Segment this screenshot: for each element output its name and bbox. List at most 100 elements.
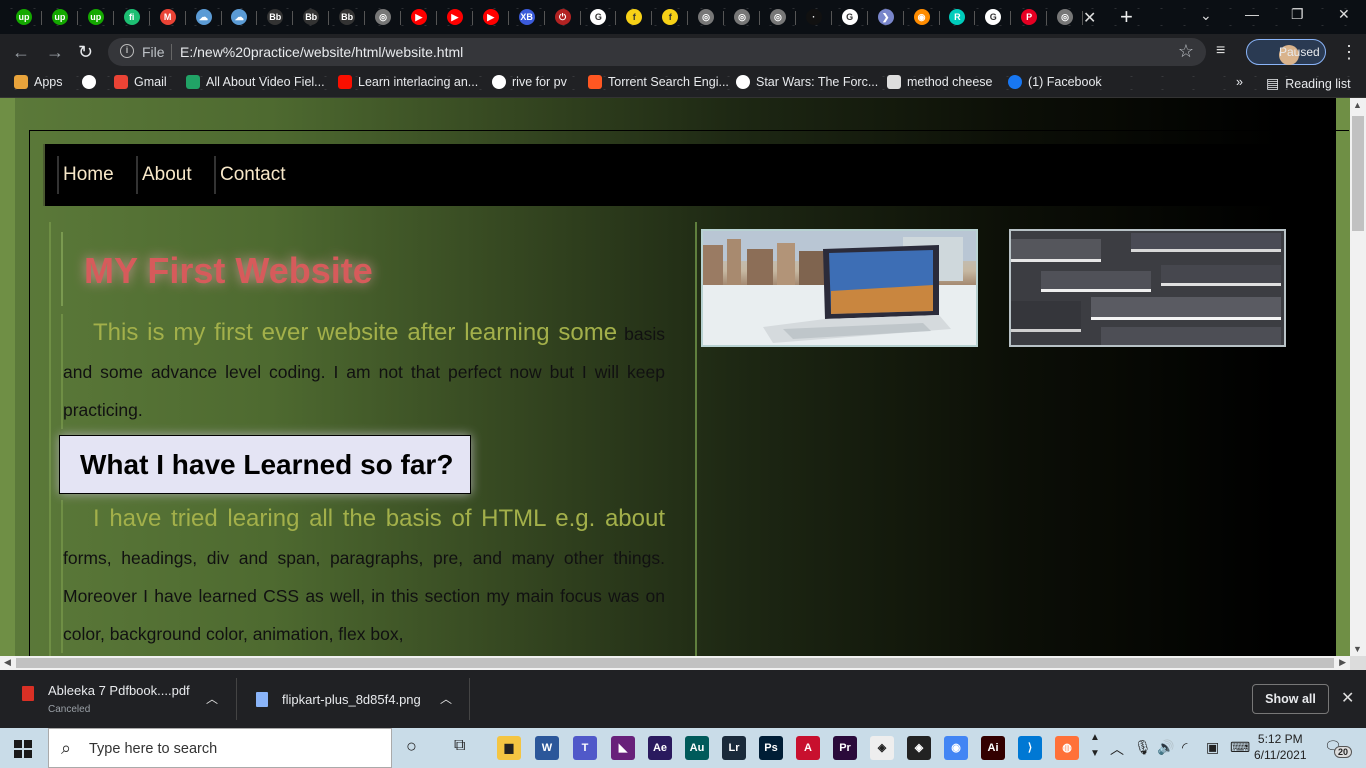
bookmark-star-icon[interactable]: ☆: [1178, 41, 1194, 62]
bookmark-item[interactable]: Star Wars: The Forc...: [736, 75, 878, 89]
language-icon[interactable]: ⌨: [1230, 739, 1250, 756]
download-item[interactable]: flipkart-plus_8d85f4.png ︿: [256, 682, 456, 720]
wifi-icon[interactable]: ◜: [1182, 739, 1187, 756]
reading-list-button[interactable]: ▤ Reading list: [1266, 75, 1351, 92]
clock[interactable]: 5:12 PM 6/11/2021: [1254, 731, 1307, 763]
windows-start-icon[interactable]: [14, 740, 32, 758]
acrobat-icon[interactable]: A: [796, 736, 820, 760]
browser-tab[interactable]: G: [580, 5, 617, 29]
browser-tab[interactable]: ◎: [760, 5, 796, 29]
taskbar-scroll-icon[interactable]: ▲ ▼: [1090, 730, 1100, 762]
unity-icon[interactable]: ◈: [870, 736, 894, 760]
browser-tab[interactable]: ◎: [724, 5, 760, 29]
lightroom-icon[interactable]: Lr: [722, 736, 746, 760]
reload-button[interactable]: ↻: [78, 42, 93, 63]
audition-icon[interactable]: Au: [685, 736, 709, 760]
browser-tab[interactable]: ▶: [401, 5, 437, 29]
info-icon[interactable]: i: [120, 44, 134, 58]
browser-tab[interactable]: XB: [509, 5, 545, 29]
browser-tab[interactable]: ◎: [688, 5, 725, 29]
cortana-icon[interactable]: ○: [406, 736, 417, 757]
browser-tab[interactable]: up: [6, 5, 42, 29]
media-queue-icon[interactable]: ≡: [1216, 42, 1225, 60]
browser-tab[interactable]: Bb: [293, 5, 330, 29]
unity-icon[interactable]: ◈: [907, 736, 931, 760]
close-tab-icon[interactable]: ✕: [1083, 8, 1096, 28]
nav-home-link[interactable]: Home: [57, 156, 114, 194]
browser-tab[interactable]: fi: [114, 5, 150, 29]
vertical-scrollbar[interactable]: ▲ ▼: [1350, 98, 1366, 656]
bookmarks-overflow-button[interactable]: »: [1236, 75, 1243, 89]
scroll-left-arrow-icon[interactable]: ◀: [4, 657, 11, 668]
after-effects-icon[interactable]: Ae: [648, 736, 672, 760]
bookmark-item[interactable]: Learn interlacing an...: [338, 75, 478, 89]
forward-button[interactable]: →: [46, 42, 64, 63]
chrome-icon[interactable]: ◉: [944, 736, 968, 760]
scroll-down-arrow-icon[interactable]: ▼: [1353, 644, 1362, 654]
url-text[interactable]: E:/new%20practice/website/html/website.h…: [180, 44, 463, 60]
microphone-icon[interactable]: 🎙: [1134, 739, 1152, 756]
browser-tab[interactable]: ◉: [904, 5, 940, 29]
browser-tab[interactable]: ·: [796, 5, 832, 29]
teams-icon[interactable]: T: [573, 736, 597, 760]
browser-tab[interactable]: ▶: [473, 5, 509, 29]
vscode-icon[interactable]: ⟩: [1018, 736, 1042, 760]
browser-tab[interactable]: P: [1011, 5, 1048, 29]
browser-tab[interactable]: ▶: [437, 5, 473, 29]
bookmark-item[interactable]: method cheese: [887, 75, 992, 89]
show-hidden-icons-icon[interactable]: ︿: [1110, 739, 1124, 759]
volume-icon[interactable]: 🔊: [1157, 739, 1174, 756]
chevron-up-icon[interactable]: ︿: [440, 690, 452, 707]
browser-tab[interactable]: R: [939, 5, 976, 29]
taskbar-search[interactable]: ⌕ Type here to search: [48, 728, 392, 768]
browser-tab[interactable]: ☁: [186, 5, 222, 29]
illustrator-icon[interactable]: Ai: [981, 736, 1005, 760]
browser-tab[interactable]: up: [42, 5, 78, 29]
new-tab-button[interactable]: +: [1120, 4, 1133, 30]
premiere-icon[interactable]: Pr: [833, 736, 857, 760]
browser-tab[interactable]: Bb: [329, 5, 366, 29]
window-close-button[interactable]: ✕: [1338, 6, 1350, 23]
show-all-button[interactable]: Show all: [1252, 684, 1329, 714]
download-item[interactable]: Ableeka 7 Pdfbook....pdf Canceled ︿: [22, 682, 222, 720]
horizontal-scroll-thumb[interactable]: [16, 658, 1334, 668]
address-bar[interactable]: i File E:/new%20practice/website/html/we…: [108, 38, 1206, 66]
browser-tab[interactable]: M: [150, 5, 186, 29]
browser-tab[interactable]: ◎: [1047, 5, 1084, 29]
browser-tab[interactable]: G: [832, 5, 868, 29]
scroll-up-arrow-icon[interactable]: ▲: [1353, 100, 1362, 110]
nav-about-link[interactable]: About: [136, 156, 192, 194]
task-view-icon[interactable]: ⧉: [454, 737, 465, 755]
profile-button[interactable]: Paused: [1246, 39, 1326, 65]
photoshop-icon[interactable]: Ps: [759, 736, 783, 760]
nav-contact-link[interactable]: Contact: [214, 156, 285, 194]
visual-studio-icon[interactable]: ◣: [611, 736, 635, 760]
bookmark-item[interactable]: All About Video Fiel...: [186, 75, 325, 89]
browser-tab[interactable]: up: [78, 5, 114, 29]
close-downloads-icon[interactable]: ✕: [1341, 688, 1354, 708]
file-explorer-icon[interactable]: ▆: [497, 736, 521, 760]
browser-tab[interactable]: Bb: [257, 5, 294, 29]
browser-tab[interactable]: ☁: [221, 5, 258, 29]
bookmark-item[interactable]: (1) Facebook: [1008, 75, 1102, 89]
browser-tab[interactable]: G: [975, 5, 1012, 29]
vertical-scroll-thumb[interactable]: [1352, 116, 1364, 231]
bookmark-item[interactable]: Torrent Search Engi...: [588, 75, 729, 89]
bookmark-item[interactable]: [82, 75, 96, 89]
word-icon[interactable]: W: [535, 736, 559, 760]
browser-tab[interactable]: f: [616, 5, 653, 29]
tab-search-icon[interactable]: ⌄: [1200, 7, 1212, 24]
browser-tab[interactable]: ⏻: [545, 5, 581, 29]
device-icon[interactable]: ▣: [1206, 739, 1219, 756]
scroll-right-arrow-icon[interactable]: ▶: [1339, 657, 1346, 668]
chevron-up-icon[interactable]: ︿: [206, 690, 218, 707]
restore-button[interactable]: ❐: [1291, 6, 1304, 23]
browser-tab[interactable]: ❯: [868, 5, 904, 29]
browser-tab[interactable]: ◎: [365, 5, 401, 29]
notification-center-icon[interactable]: 🗨 20: [1324, 738, 1353, 758]
horizontal-scrollbar[interactable]: ◀ ▶: [0, 656, 1350, 670]
back-button[interactable]: ←: [12, 42, 30, 63]
minimize-button[interactable]: —: [1245, 6, 1259, 22]
menu-icon[interactable]: ⋮: [1340, 42, 1358, 63]
bookmark-item[interactable]: Gmail: [114, 75, 167, 89]
